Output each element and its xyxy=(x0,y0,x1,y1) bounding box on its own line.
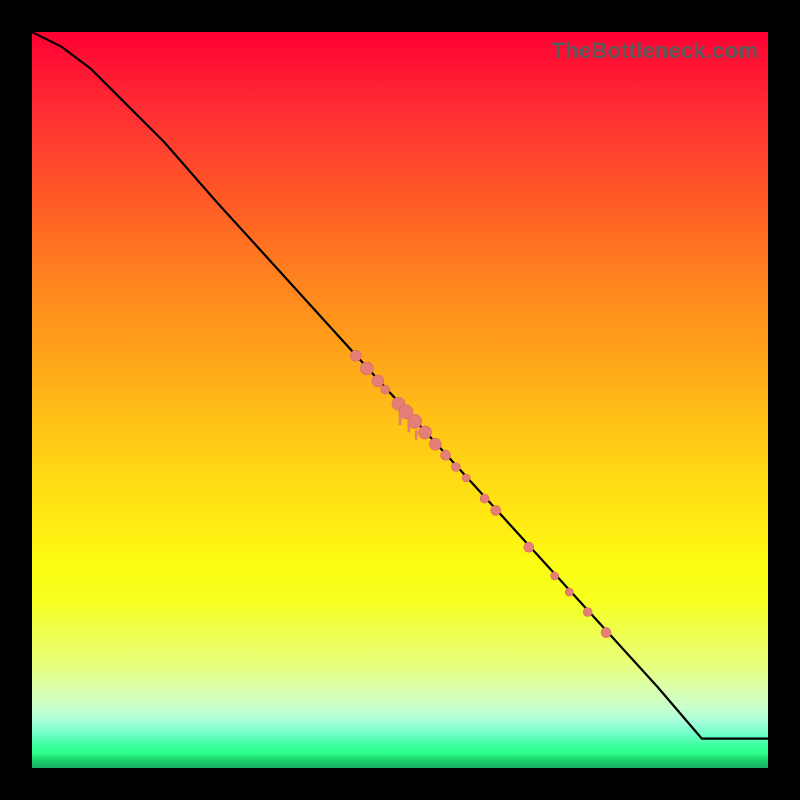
scatter-point xyxy=(551,572,559,580)
tick-mark xyxy=(408,422,411,432)
scatter-point xyxy=(360,362,373,375)
curve-line xyxy=(32,32,768,739)
chart-frame: TheBottleneck.com xyxy=(0,0,800,800)
scatter-point xyxy=(451,463,460,472)
scatter-point xyxy=(350,350,361,361)
plot-area: TheBottleneck.com xyxy=(32,32,768,768)
scatter-point xyxy=(381,385,390,394)
scatter-point xyxy=(601,628,611,638)
tick-mark xyxy=(415,430,418,440)
scatter-point xyxy=(441,450,451,460)
tick-mark xyxy=(399,415,402,425)
chart-svg xyxy=(32,32,768,768)
scatter-point xyxy=(480,494,489,503)
scatter-point xyxy=(419,426,432,439)
scatter-point xyxy=(372,375,384,387)
scatter-point xyxy=(429,438,441,450)
scatter-point xyxy=(524,542,534,552)
scatter-point xyxy=(565,588,573,596)
scatter-point xyxy=(462,474,470,482)
scatter-point xyxy=(583,608,592,617)
scatter-point xyxy=(491,505,501,515)
